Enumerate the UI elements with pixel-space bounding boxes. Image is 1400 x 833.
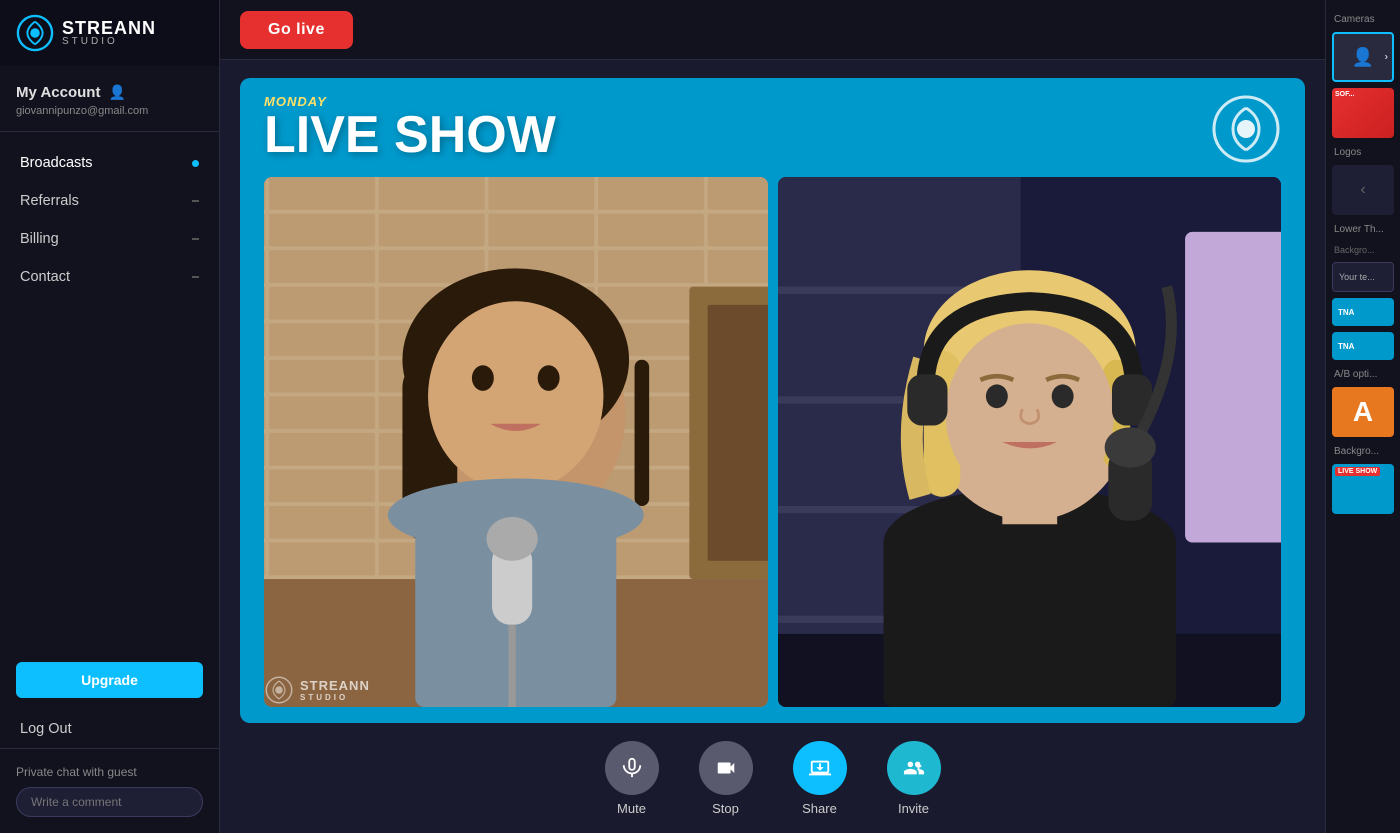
upgrade-button[interactable]: Upgrade (16, 662, 203, 698)
account-section: My Account 👤 giovannipunzo@gmail.com (0, 66, 219, 132)
main-content: Go live MONDAY LIVE SHOW (220, 0, 1325, 833)
invite-label: Invite (898, 801, 929, 816)
sidebar-contact-label: Contact (20, 269, 70, 285)
video-feed-2 (778, 177, 1282, 707)
logo-streann: STREANN (62, 19, 156, 37)
lower-blue-thumb-1[interactable]: TNA (1332, 298, 1394, 326)
video-feeds (240, 169, 1305, 723)
mute-icon-circle (605, 741, 659, 795)
account-email: giovannipunzo@gmail.com (16, 105, 203, 117)
contact-dash (192, 276, 199, 278)
share-button[interactable]: Share (793, 741, 847, 816)
billing-dash (192, 238, 199, 240)
sidebar-billing-label: Billing (20, 231, 59, 247)
user-icon: 👤 (108, 84, 125, 101)
camera-thumbnail-2[interactable]: SOF... (1332, 88, 1394, 138)
sidebar-item-logout[interactable]: Log Out (0, 710, 219, 748)
sidebar: STREANN STUDIO My Account 👤 giovannipunz… (0, 0, 220, 833)
nav-menu: Broadcasts Referrals Billing Contact (0, 132, 219, 650)
sidebar-item-broadcasts[interactable]: Broadcasts (0, 144, 219, 182)
sidebar-broadcasts-label: Broadcasts (20, 155, 93, 171)
account-label: My Account (16, 84, 100, 101)
stage-logo-svg (1211, 94, 1281, 164)
cameras-label: Cameras (1326, 8, 1400, 29)
controls-bar: Mute Stop Share (220, 723, 1325, 833)
background-label-2: Backgro... (1326, 440, 1400, 461)
broadcasts-dot (192, 160, 199, 167)
live-badge: LIVE SHOW (1335, 467, 1380, 476)
logout-label: Log Out (20, 721, 72, 737)
feed1-svg (264, 177, 768, 707)
sidebar-item-billing[interactable]: Billing (0, 220, 219, 258)
ab-options-label: A/B opti... (1326, 363, 1400, 384)
chevron-right-icon: › (1385, 52, 1388, 63)
logo-text: STREANN STUDIO (62, 19, 156, 47)
camera-thumbnail-1[interactable]: 👤 › (1332, 32, 1394, 82)
invite-button[interactable]: Invite (887, 741, 941, 816)
account-row: My Account 👤 (16, 84, 203, 101)
feed2-svg (778, 177, 1282, 707)
lower-third-label: Lower Th... (1326, 218, 1400, 239)
invite-icon (903, 757, 925, 779)
lower-text-thumb[interactable]: Your te... (1332, 262, 1394, 292)
streann-logo-icon (16, 14, 54, 52)
lower-blue-thumb-2[interactable]: TNA (1332, 332, 1394, 360)
logo-area: STREANN STUDIO (0, 0, 219, 66)
share-icon-circle (793, 741, 847, 795)
screen-share-icon (809, 757, 831, 779)
stage-header: MONDAY LIVE SHOW (240, 78, 1305, 169)
camera-icon (715, 757, 737, 779)
live-thumb[interactable]: LIVE SHOW (1332, 464, 1394, 514)
video-area: MONDAY LIVE SHOW (220, 60, 1325, 723)
referrals-dash (192, 200, 199, 202)
stage-logo (1211, 94, 1281, 169)
sidebar-item-referrals[interactable]: Referrals (0, 182, 219, 220)
logo-studio: STUDIO (62, 37, 156, 47)
share-label: Share (802, 801, 837, 816)
stage-watermark: STREANN STUDIO (264, 675, 370, 705)
top-bar: Go live (220, 0, 1325, 60)
right-panel: Cameras 👤 › SOF... Logos ‹ Lower Th... B… (1325, 0, 1400, 833)
mute-button[interactable]: Mute (605, 741, 659, 816)
logos-label: Logos (1326, 141, 1400, 162)
sidebar-item-contact[interactable]: Contact (0, 258, 219, 296)
comment-input[interactable] (16, 787, 203, 817)
sidebar-referrals-label: Referrals (20, 193, 79, 209)
invite-icon-circle (887, 741, 941, 795)
stage-title: LIVE SHOW (264, 109, 1281, 161)
private-chat-label: Private chat with guest (16, 765, 203, 779)
broadcast-stage: MONDAY LIVE SHOW (240, 78, 1305, 723)
mute-label: Mute (617, 801, 646, 816)
logo-thumbnail[interactable]: ‹ (1332, 165, 1394, 215)
private-chat-section: Private chat with guest (0, 748, 219, 833)
video-feed-1 (264, 177, 768, 707)
stop-button[interactable]: Stop (699, 741, 753, 816)
background-label-1: Backgro... (1326, 239, 1400, 259)
stop-label: Stop (712, 801, 739, 816)
go-live-button[interactable]: Go live (240, 11, 353, 49)
ab-option-button[interactable]: A (1332, 387, 1394, 437)
microphone-icon (621, 757, 643, 779)
stop-icon-circle (699, 741, 753, 795)
